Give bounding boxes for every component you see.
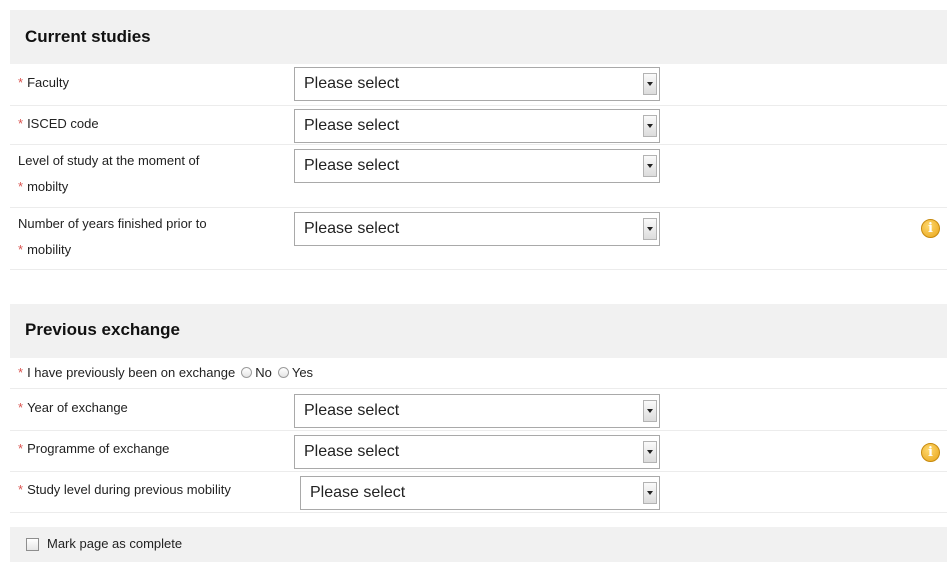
isced-code-label: * ISCED code [18,113,99,135]
study-level-previous-label-text: Study level during previous mobility [27,482,231,497]
previous-exchange-radio-row: * I have previously been on exchange No Yes [10,358,947,389]
level-of-study-label: Level of study at the moment of * mobilty [18,150,199,198]
level-of-study-select-value: Please select [304,157,400,174]
radio-yes[interactable] [277,367,289,378]
faculty-select[interactable]: Please select [294,67,660,101]
faculty-label-text: Faculty [27,75,69,90]
isced-code-label-text: ISCED code [27,116,99,131]
previous-exchange-header: Previous exchange [10,304,947,358]
isced-code-select-value: Please select [304,117,400,134]
year-of-exchange-select[interactable]: Please select [294,394,660,428]
faculty-row: * Faculty Please select [10,64,947,106]
year-of-exchange-row: * Year of exchange Please select [10,389,947,431]
required-mark: * [18,179,24,194]
required-mark: * [18,400,24,415]
previous-exchange-question: * I have previously been on exchange No Yes [18,362,313,384]
programme-of-exchange-select[interactable]: Please select [294,435,660,469]
chevron-down-icon[interactable] [643,73,657,95]
previous-exchange-title: Previous exchange [25,320,180,339]
isced-code-select[interactable]: Please select [294,109,660,143]
programme-of-exchange-row: * Programme of exchange Please select [10,431,947,472]
isced-code-row: * ISCED code Please select [10,106,947,145]
chevron-down-icon[interactable] [643,441,657,463]
faculty-select-value: Please select [304,75,400,92]
year-of-exchange-label-text: Year of exchange [27,400,128,415]
info-icon[interactable]: i [921,219,940,238]
radio-no[interactable] [241,367,253,378]
level-of-study-row: Level of study at the moment of * mobilty… [10,145,947,208]
years-finished-label-line2: mobility [27,242,72,257]
chevron-down-icon[interactable] [643,400,657,422]
years-finished-select[interactable]: Please select [294,212,660,246]
years-finished-label: Number of years finished prior to * mobil… [18,213,207,261]
study-level-previous-row: * Study level during previous mobility Pl… [10,472,947,513]
radio-yes-label[interactable]: Yes [292,365,313,380]
study-level-previous-select-value: Please select [310,484,406,501]
required-mark: * [18,116,24,131]
study-level-previous-select[interactable]: Please select [300,476,660,510]
years-finished-row: Number of years finished prior to * mobil… [10,208,947,270]
required-mark: * [18,482,24,497]
level-of-study-label-line2: mobilty [27,179,69,194]
previous-exchange-question-text: I have previously been on exchange [27,365,236,380]
year-of-exchange-label: * Year of exchange [18,397,128,419]
level-of-study-label-line1: Level of study at the moment of [18,153,200,168]
required-mark: * [18,75,24,90]
required-mark: * [18,441,24,456]
programme-of-exchange-label-text: Programme of exchange [27,441,170,456]
programme-of-exchange-label: * Programme of exchange [18,438,169,460]
chevron-down-icon[interactable] [643,155,657,177]
years-finished-select-value: Please select [304,220,400,237]
info-icon[interactable]: i [921,443,940,462]
chevron-down-icon[interactable] [643,482,657,504]
footer-bar: Mark page as complete [10,527,947,562]
faculty-label: * Faculty [18,72,69,94]
chevron-down-icon[interactable] [643,218,657,240]
study-level-previous-label: * Study level during previous mobility [18,479,231,501]
current-studies-header: Current studies [10,10,947,64]
level-of-study-select[interactable]: Please select [294,149,660,183]
year-of-exchange-select-value: Please select [304,402,400,419]
chevron-down-icon[interactable] [643,115,657,137]
radio-no-label[interactable]: No [255,365,272,380]
years-finished-label-line1: Number of years finished prior to [18,216,207,231]
mark-complete-label[interactable]: Mark page as complete [47,536,182,551]
mark-complete-checkbox[interactable] [26,538,39,551]
programme-of-exchange-select-value: Please select [304,443,400,460]
required-mark: * [18,242,24,257]
required-mark: * [18,365,24,380]
current-studies-title: Current studies [25,27,151,46]
